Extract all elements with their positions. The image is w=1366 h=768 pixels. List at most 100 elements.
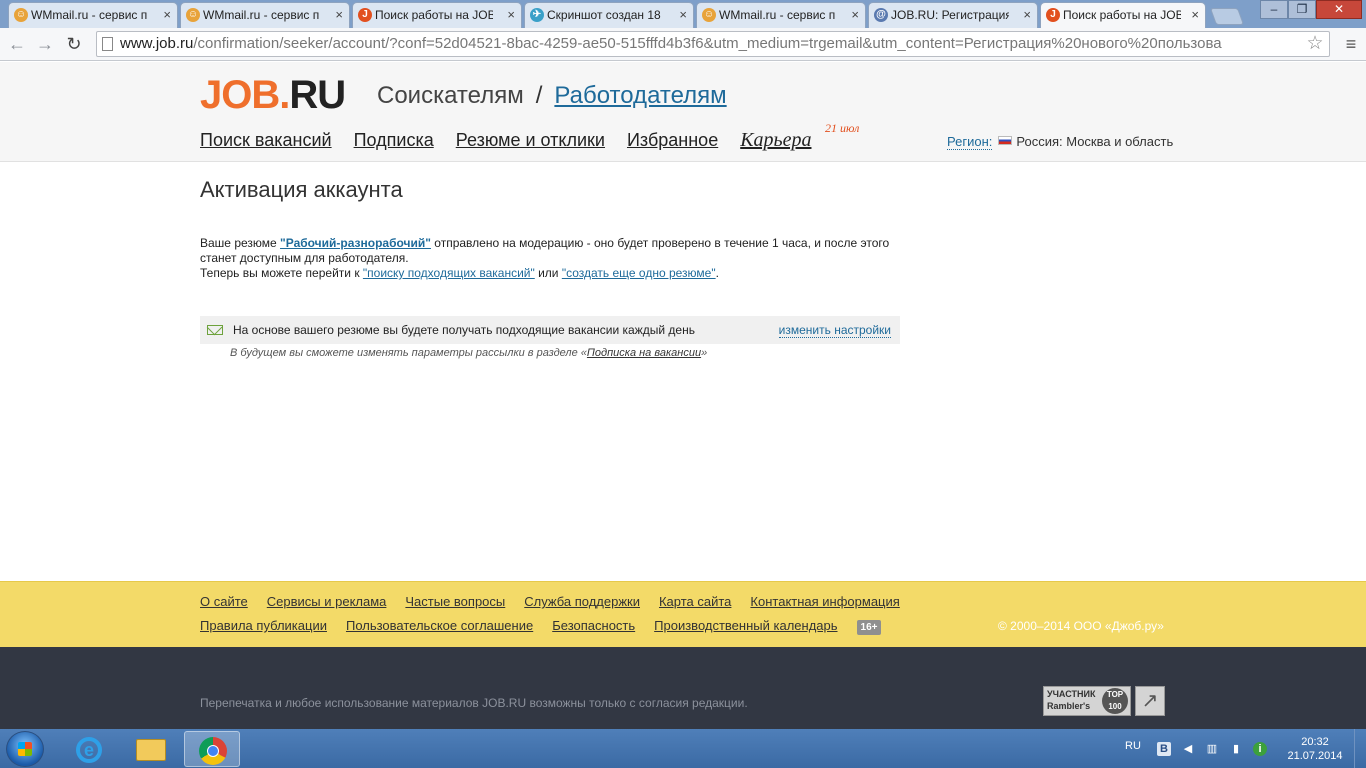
- close-tab-icon[interactable]: ×: [335, 7, 343, 22]
- region-label[interactable]: Регион:: [947, 134, 993, 150]
- footer-link-security[interactable]: Безопасность: [552, 618, 635, 633]
- footer-link-agreement[interactable]: Пользовательское соглашение: [346, 618, 533, 633]
- taskbar-ie[interactable]: e: [62, 731, 118, 767]
- taskbar-explorer[interactable]: [122, 731, 178, 767]
- nav-career[interactable]: Карьера: [740, 129, 811, 151]
- close-tab-icon[interactable]: ×: [1023, 7, 1031, 22]
- job-ru-logo[interactable]: JOB.RU: [200, 73, 346, 118]
- region-value: Россия: Москва и область: [1016, 134, 1174, 149]
- close-tab-icon[interactable]: ×: [679, 7, 687, 22]
- volume-icon[interactable]: ◀: [1181, 742, 1195, 756]
- wmmail-icon: ☺: [702, 8, 716, 22]
- logo-job: JOB.: [200, 73, 290, 117]
- footer-link-services[interactable]: Сервисы и реклама: [267, 594, 387, 609]
- browser-tab[interactable]: ✈ Скриншот создан 18 ×: [524, 2, 694, 28]
- browser-tab[interactable]: ☺ WMmail.ru - сервис п ×: [8, 2, 178, 28]
- resume-link[interactable]: "Рабочий-разнорабочий": [280, 236, 431, 250]
- chrome-menu-icon[interactable]: ≡: [1342, 33, 1360, 55]
- page-title: Активация аккаунта: [200, 177, 403, 202]
- sub-footer: Перепечатка и любое использование матери…: [0, 647, 1366, 729]
- message-text: .: [715, 266, 719, 280]
- reload-icon[interactable]: ↻: [63, 33, 85, 55]
- minimize-button[interactable]: –: [1260, 0, 1288, 19]
- liveinternet-counter-icon[interactable]: ↗: [1135, 686, 1165, 716]
- footer-links-row: О сайте Сервисы и реклама Частые вопросы Сл…: [200, 594, 919, 609]
- age-rating-badge: 16+: [856, 620, 882, 635]
- audience-switch: Соискателям / Работодателям: [377, 82, 727, 110]
- message-text: Ваше резюме: [200, 236, 281, 250]
- career-date: 21 июл: [825, 121, 860, 135]
- footer: О сайте Сервисы и реклама Частые вопросы Сл…: [0, 581, 1366, 647]
- chrome-icon: [199, 737, 227, 765]
- forward-arrow-icon[interactable]: →: [34, 33, 56, 55]
- windows-logo-icon: [18, 742, 32, 756]
- footer-link-rules[interactable]: Правила публикации: [200, 618, 327, 633]
- network-icon[interactable]: ▥: [1205, 742, 1219, 756]
- browser-tab[interactable]: ☺ WMmail.ru - сервис п ×: [180, 2, 350, 28]
- subscription-link[interactable]: Подписка на вакансии: [587, 347, 701, 359]
- audience-seekers: Соискателям: [377, 82, 524, 109]
- maximize-button[interactable]: ❐: [1288, 0, 1316, 19]
- battery-icon[interactable]: ▮: [1229, 742, 1243, 756]
- close-tab-icon[interactable]: ×: [163, 7, 171, 22]
- input-language[interactable]: RU: [1125, 740, 1141, 752]
- main-nav: Поиск вакансий Подписка Резюме и отклики Из…: [200, 129, 833, 152]
- address-bar[interactable]: www.job.ru/confirmation/seeker/account/?…: [96, 31, 1330, 57]
- clock-time: 20:32: [1301, 736, 1329, 748]
- window-close-button[interactable]: ✕: [1316, 0, 1362, 19]
- change-settings-link[interactable]: изменить настройки: [778, 323, 891, 338]
- footer-link-faq[interactable]: Частые вопросы: [405, 594, 505, 609]
- envelope-icon: [207, 325, 223, 335]
- job-icon: J: [358, 8, 372, 22]
- job-icon: J: [1046, 8, 1060, 22]
- create-resume-link[interactable]: "создать еще одно резюме": [562, 266, 716, 280]
- nav-resumes[interactable]: Резюме и отклики: [456, 130, 605, 150]
- internet-explorer-icon: e: [76, 737, 102, 763]
- search-vacancies-link[interactable]: "поиску подходящих вакансий": [363, 266, 535, 280]
- browser-toolbar: ← → ↻ www.job.ru/confirmation/seeker/acc…: [0, 28, 1366, 61]
- tab-label: WMmail.ru - сервис п: [31, 8, 148, 22]
- folder-icon: [136, 739, 166, 761]
- vk-icon[interactable]: B: [1157, 742, 1171, 756]
- close-tab-icon[interactable]: ×: [851, 7, 859, 22]
- footer-link-about[interactable]: О сайте: [200, 594, 248, 609]
- tab-label: WMmail.ru - сервис п: [719, 8, 836, 22]
- browser-tab[interactable]: J Поиск работы на JOB ×: [352, 2, 522, 28]
- subscription-hint: В будущем вы сможете изменять параметры …: [230, 347, 707, 359]
- footer-link-support[interactable]: Служба поддержки: [524, 594, 640, 609]
- footer-links-row: Правила публикации Пользовательское согла…: [200, 618, 882, 635]
- url-path: /confirmation/seeker/account/?conf=52d04…: [193, 35, 1222, 52]
- clock-date: 21.07.2014: [1287, 750, 1343, 762]
- tab-label: Скриншот создан 18: [547, 8, 661, 22]
- browser-tab[interactable]: ☺ WMmail.ru - сервис п ×: [696, 2, 866, 28]
- footer-link-calendar[interactable]: Производственный календарь: [654, 618, 837, 633]
- tab-label: Поиск работы на JOB: [375, 8, 493, 22]
- audience-separator: /: [535, 82, 543, 109]
- close-tab-icon[interactable]: ×: [507, 7, 515, 22]
- bookmark-star-icon[interactable]: ☆: [1304, 32, 1326, 56]
- tab-label: WMmail.ru - сервис п: [203, 8, 320, 22]
- windows-taskbar: e RU B ◀ ▥ ▮ i 20:32 21.07.2014: [0, 729, 1366, 768]
- new-tab-button[interactable]: [1209, 8, 1245, 25]
- back-arrow-icon[interactable]: ←: [6, 33, 28, 55]
- subscription-notice: На основе вашего резюме вы будете получа…: [200, 316, 900, 344]
- employers-link[interactable]: Работодателям: [554, 82, 726, 109]
- clock[interactable]: 20:32 21.07.2014: [1285, 735, 1345, 763]
- nav-subscription[interactable]: Подписка: [354, 130, 434, 150]
- rambler-top-label: TOP 100: [1102, 688, 1128, 714]
- reprint-notice: Перепечатка и любое использование матери…: [200, 696, 748, 710]
- start-button[interactable]: [6, 731, 44, 767]
- browser-tab[interactable]: @ JOB.RU: Регистрация ×: [868, 2, 1038, 28]
- rambler-top100-badge[interactable]: УЧАСТНИК Rambler's TOP 100: [1043, 686, 1131, 716]
- mail-at-icon: @: [874, 8, 888, 22]
- browser-tab-active[interactable]: J Поиск работы на JOB ×: [1040, 2, 1206, 29]
- taskbar-chrome[interactable]: [184, 731, 240, 767]
- nav-favorites[interactable]: Избранное: [627, 130, 718, 150]
- footer-link-contacts[interactable]: Контактная информация: [750, 594, 899, 609]
- info-icon[interactable]: i: [1253, 742, 1267, 756]
- close-tab-icon[interactable]: ×: [1191, 7, 1199, 22]
- nav-vacancy-search[interactable]: Поиск вакансий: [200, 130, 332, 150]
- footer-link-sitemap[interactable]: Карта сайта: [659, 594, 731, 609]
- show-desktop-button[interactable]: [1354, 729, 1366, 768]
- region-selector[interactable]: Регион: Россия: Москва и область: [947, 134, 1174, 150]
